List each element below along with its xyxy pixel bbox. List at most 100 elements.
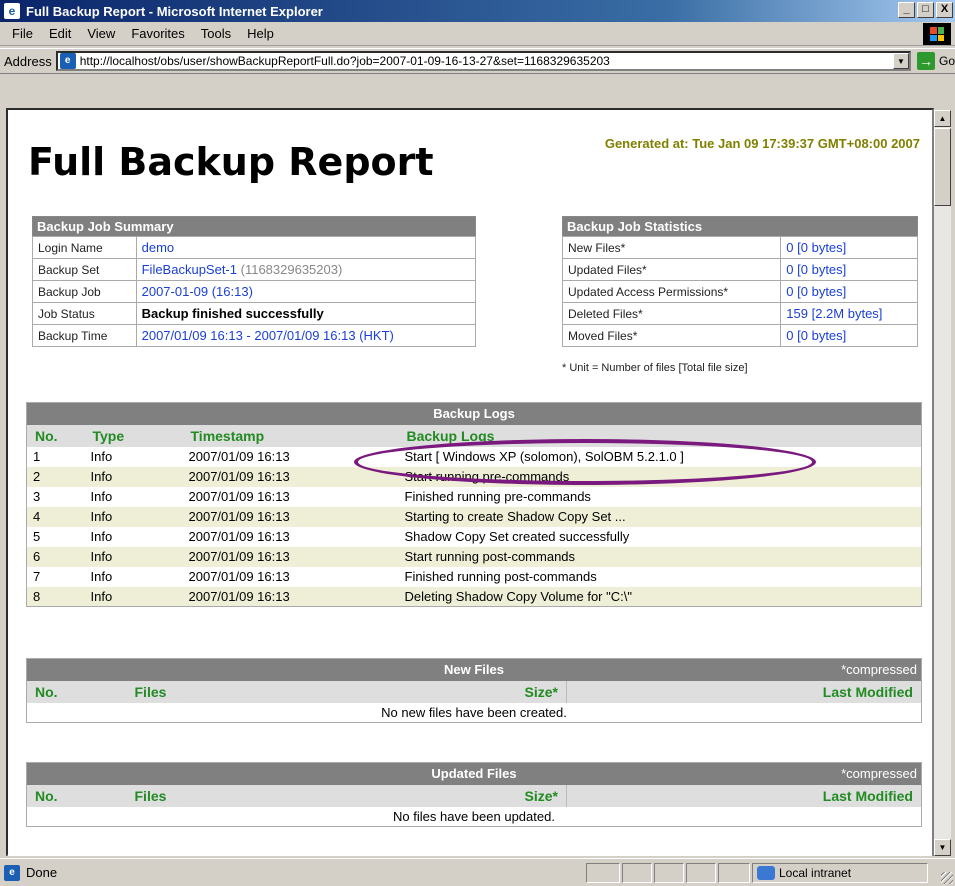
go-button[interactable]: → Go [916,52,955,70]
col-no: No. [26,424,85,447]
col-no: No. [26,784,127,807]
vertical-scrollbar[interactable]: ▲ ▼ [934,110,951,856]
col-size: Size* [456,680,567,703]
status-panel [622,863,652,883]
scroll-up-icon[interactable]: ▲ [934,110,951,127]
statistics-header: Backup Job Statistics [562,216,918,237]
backup-logs-table: Backup Logs No. Type Timestamp Backup Lo… [26,402,922,607]
log-type: Info [90,569,113,584]
menu-favorites[interactable]: Favorites [123,26,192,41]
maximize-button[interactable]: □ [917,2,934,18]
done-page-icon: e [4,864,20,881]
log-message: Finished running post-commands [404,569,597,584]
menu-view[interactable]: View [79,26,123,41]
status-text: Done [26,865,58,880]
log-timestamp: 2007/01/09 16:13 [182,506,399,527]
summary-header: Backup Job Summary [32,216,476,237]
backup-set-id: (1168329635203) [240,262,343,277]
backup-set-label: Backup Set [32,258,137,281]
stat-label: New Files* [561,236,782,259]
menu-edit[interactable]: Edit [41,26,79,41]
resize-grip-icon[interactable] [941,872,953,884]
col-timestamp: Timestamp [182,424,399,447]
statistics-unit-note: * Unit = Number of files [Total file siz… [562,362,748,374]
stat-value: 0 [0 bytes] [780,280,918,303]
log-no: 2 [26,466,85,487]
new-files-table: New Files *compressed No. Files Size* La… [26,658,922,723]
log-type: Info [90,449,113,464]
menu-file[interactable]: File [4,26,41,41]
compressed-note: *compressed [841,766,917,781]
backup-logs-header: Backup Logs [26,402,922,425]
go-label[interactable]: Go [939,54,955,68]
menu-tools[interactable]: Tools [193,26,239,41]
table-row: 3 Info 2007/01/09 16:13 Finished running… [27,487,922,507]
minimize-button[interactable]: _ [898,2,915,18]
status-bar: e Done Local intranet [0,858,955,886]
log-type: Info [90,489,113,504]
table-row: 4 Info 2007/01/09 16:13 Starting to crea… [26,506,922,527]
login-name-label: Login Name [32,236,137,259]
log-type: Info [84,546,183,567]
backup-job-statistics: Backup Job Statistics New Files* 0 [0 by… [561,216,918,347]
stat-value: 0 [0 bytes] [780,236,918,259]
menu-help[interactable]: Help [239,26,282,41]
close-button[interactable]: X [936,2,953,18]
col-files: Files [126,784,457,807]
log-no: 4 [26,506,85,527]
job-status-label: Job Status [32,302,137,325]
scroll-down-icon[interactable]: ▼ [934,839,951,856]
new-files-title: New Files [444,662,504,678]
updated-files-header: Updated Files *compressed [26,762,922,785]
address-bar: Address e http://localhost/obs/user/show… [0,48,955,74]
local-intranet-icon [757,866,775,880]
table-row: 8 Info 2007/01/09 16:13 Deleting Shadow … [26,586,922,607]
log-no: 3 [33,489,41,504]
page-content: Generated at: Tue Jan 09 17:39:37 GMT+08… [8,112,932,856]
highlight-ellipse [354,439,816,485]
title-bar: e Full Backup Report - Microsoft Interne… [0,0,955,22]
address-dropdown-icon[interactable]: ▼ [892,53,909,69]
log-no: 6 [26,546,85,567]
login-name-value: demo [135,236,477,259]
page-title: Full Backup Report [28,140,434,184]
security-zone[interactable]: Local intranet [752,863,928,883]
backup-time-value: 2007/01/09 16:13 - 2007/01/09 16:13 (HKT… [135,324,477,347]
status-panel [718,863,750,883]
stat-value: 0 [0 bytes] [780,258,918,281]
status-panel [586,863,620,883]
log-timestamp: 2007/01/09 16:13 [188,489,290,504]
col-last-modified: Last Modified [566,680,922,703]
log-timestamp: 2007/01/09 16:13 [182,546,399,567]
scrollbar-thumb[interactable] [934,128,951,206]
table-row: 7 Info 2007/01/09 16:13 Finished running… [27,567,922,587]
log-message: Finished running pre-commands [404,489,591,504]
new-files-empty: No new files have been created. [381,704,567,720]
log-timestamp: 2007/01/09 16:13 [182,586,399,607]
address-input[interactable]: e http://localhost/obs/user/showBackupRe… [55,51,911,71]
address-url[interactable]: http://localhost/obs/user/showBackupRepo… [80,54,610,68]
new-files-header: New Files *compressed [26,658,922,681]
log-type: Info [90,529,113,544]
status-panel [686,863,716,883]
col-size: Size* [456,784,567,807]
updated-files-empty: No files have been updated. [393,808,555,824]
log-no: 8 [26,586,85,607]
log-no: 5 [33,529,41,544]
generated-timestamp: Generated at: Tue Jan 09 17:39:37 GMT+08… [604,136,920,151]
backup-set-value: FileBackupSet-1 (1168329635203) [135,258,477,281]
stat-value: 0 [0 bytes] [780,324,918,347]
menu-bar: File Edit View Favorites Tools Help [0,22,955,46]
backup-set-name: FileBackupSet-1 [141,262,237,277]
log-message: Deleting Shadow Copy Volume for "C:\" [398,586,922,607]
status-panel [654,863,684,883]
go-arrow-icon[interactable]: → [916,52,935,70]
col-last-modified: Last Modified [566,784,922,807]
stat-label: Deleted Files* [561,302,782,325]
backup-job-label: Backup Job [32,280,137,303]
stat-label: Updated Files* [561,258,782,281]
log-message: Start running post-commands [398,546,922,567]
log-type: Info [84,586,183,607]
zone-label: Local intranet [779,866,852,880]
stat-label: Moved Files* [561,324,782,347]
